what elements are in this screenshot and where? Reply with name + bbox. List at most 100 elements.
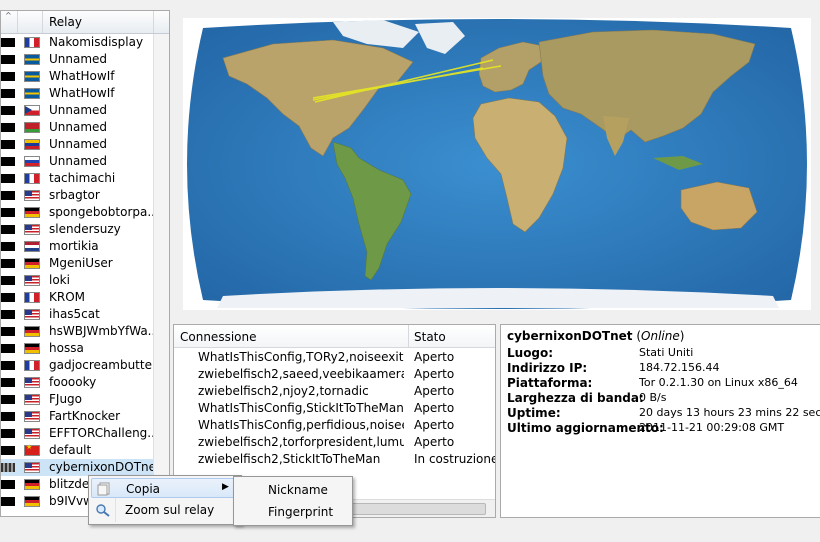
relay-nickname: fooooky (49, 375, 97, 389)
relay-status-indicator (1, 293, 15, 302)
flag-column-header[interactable] (18, 11, 43, 33)
menu-item-copy[interactable]: Copia ▶ (91, 478, 239, 498)
country-flag-icon (24, 156, 40, 167)
relay-info-value: Stati Uniti (639, 346, 694, 359)
relay-row[interactable]: Unnamed (1, 136, 153, 153)
relay-nickname: ihas5cat (49, 307, 100, 321)
menu-item-zoom-to-relay[interactable]: Zoom sul relay (91, 500, 239, 520)
relay-nickname: MgeniUser (49, 256, 113, 270)
submenu-arrow-icon: ▶ (222, 482, 229, 492)
relay-info-value: 184.72.156.44 (639, 361, 720, 374)
relay-info-value: 2011-11-21 00:29:08 GMT (639, 421, 785, 434)
circuit-state: Aperto (414, 401, 455, 415)
relay-row[interactable]: slendersuzy (1, 221, 153, 238)
relay-row[interactable]: hsWBJWmbYfWa... (1, 323, 159, 340)
relay-row[interactable]: KROM (1, 289, 153, 306)
relay-row[interactable]: fooooky (1, 374, 153, 391)
relay-info-panel: cybernixonDOTnet (Online) Luogo: Stati Un… (500, 324, 820, 518)
relay-row[interactable]: Unnamed (1, 153, 153, 170)
relay-row[interactable]: Unnamed (1, 119, 153, 136)
circuit-state: Aperto (414, 367, 455, 381)
connection-row[interactable]: zwiebelfisch2,torforpresident,lumumba Ape… (174, 434, 495, 451)
relay-info-label: Uptime: (507, 406, 561, 420)
relay-nickname: tachimachi (49, 171, 116, 185)
relay-row[interactable]: Nakomisdisplay (1, 34, 153, 51)
connection-row[interactable]: zwiebelfisch2,StickItToTheMan In costruzi… (174, 451, 495, 468)
relay-nickname: loki (49, 273, 70, 287)
circuit-state: Aperto (414, 418, 455, 432)
relay-status-indicator (1, 123, 15, 132)
relay-info-field: Ultimo aggiornamento: 2011-11-21 00:29:08… (507, 421, 817, 436)
connection-row[interactable]: WhatIsThisConfig,StickItToTheMan,Kr... Ap… (174, 400, 495, 417)
relay-row[interactable]: hossa (1, 340, 153, 357)
relay-nickname: FartKnocker (49, 409, 121, 423)
country-flag-icon (24, 88, 40, 99)
connection-row[interactable]: zwiebelfisch2,saeed,veebikaamera Aperto (174, 366, 495, 383)
relay-row[interactable]: MgeniUser (1, 255, 153, 272)
circuit-name: zwiebelfisch2,torforpresident,lumumba (198, 435, 404, 449)
country-flag-icon (24, 207, 40, 218)
country-flag-icon (24, 258, 40, 269)
relay-row[interactable]: ihas5cat (1, 306, 153, 323)
relay-row[interactable]: mortikia (1, 238, 153, 255)
relay-list-scrollbar[interactable] (153, 34, 169, 516)
relay-row[interactable]: WhatHowIf (1, 68, 153, 85)
relay-status-indicator (1, 463, 15, 472)
country-flag-icon (24, 479, 40, 490)
relay-info-label: Indirizzo IP: (507, 361, 588, 375)
submenu-item-nickname[interactable]: Nickname (268, 483, 328, 497)
connection-row[interactable]: WhatIsThisConfig,TORy2,noiseexit01c Apert… (174, 349, 495, 366)
relay-row[interactable]: EFFTORChalleng... (1, 425, 159, 442)
sort-indicator-icon: ^ (5, 11, 12, 20)
world-map[interactable] (183, 18, 811, 310)
relay-row[interactable]: tachimachi (1, 170, 153, 187)
relay-row[interactable]: Unnamed (1, 102, 153, 119)
relay-nickname: Unnamed (49, 154, 108, 168)
country-flag-icon (24, 411, 40, 422)
country-flag-icon (24, 105, 40, 116)
relay-row[interactable]: WhatHowIf (1, 85, 153, 102)
submenu-item-fingerprint[interactable]: Fingerprint (268, 505, 333, 519)
connection-column-header[interactable]: Connessione (180, 330, 256, 344)
relay-status-indicator (1, 480, 15, 489)
relay-list[interactable]: ^ Relay Nakomisdisplay Unnamed WhatHowIf Wh… (0, 10, 170, 517)
relay-status-indicator (1, 361, 15, 370)
circuit-name: WhatIsThisConfig,StickItToTheMan,Kr... (198, 401, 404, 415)
relay-status-indicator (1, 412, 15, 421)
relay-status-indicator (1, 242, 15, 251)
country-flag-icon (24, 428, 40, 439)
country-flag-icon (24, 54, 40, 65)
status-column-header[interactable]: ^ (1, 11, 18, 33)
relay-info-field: Luogo: Stati Uniti (507, 346, 817, 361)
menu-item-zoom-label: Zoom sul relay (125, 503, 215, 517)
relay-info-value: Tor 0.2.1.30 on Linux x86_64 (639, 376, 798, 389)
connection-row[interactable]: zwiebelfisch2,njoy2,tornadic Aperto (174, 383, 495, 400)
relay-nickname: Unnamed (49, 120, 108, 134)
country-flag-icon (24, 224, 40, 235)
relay-row[interactable]: gadjocreambutter (1, 357, 157, 374)
relay-nickname: hossa (49, 341, 84, 355)
connection-row[interactable]: WhatIsThisConfig,perfidious,noiseexit...… (174, 417, 495, 434)
circuit-name: zwiebelfisch2,saeed,veebikaamera (198, 367, 404, 381)
relay-rows: Nakomisdisplay Unnamed WhatHowIf WhatHowIf U… (1, 34, 161, 510)
relay-row[interactable]: FJugo (1, 391, 153, 408)
relay-row[interactable]: Unnamed (1, 51, 153, 68)
relay-row[interactable]: loki (1, 272, 153, 289)
country-flag-icon (24, 275, 40, 286)
relay-nickname: KROM (49, 290, 86, 304)
magnifier-icon (95, 503, 111, 517)
relay-row[interactable]: FartKnocker (1, 408, 153, 425)
country-flag-icon (24, 377, 40, 388)
relay-row[interactable]: srbagtor (1, 187, 153, 204)
relay-info-title: cybernixonDOTnet (Online) (507, 329, 685, 343)
connections-header: Connessione Stato (174, 325, 495, 348)
relay-status-indicator (1, 38, 15, 47)
relay-row[interactable]: default (1, 442, 153, 459)
country-flag-icon (24, 173, 40, 184)
relay-row[interactable]: spongebobtorpa... (1, 204, 159, 221)
state-column-header[interactable]: Stato (414, 330, 446, 344)
relay-status-indicator (1, 174, 15, 183)
relay-row[interactable]: cybernixonDOTnet (1, 459, 161, 476)
relay-column-header[interactable]: Relay (49, 15, 82, 29)
relay-status-indicator (1, 259, 15, 268)
